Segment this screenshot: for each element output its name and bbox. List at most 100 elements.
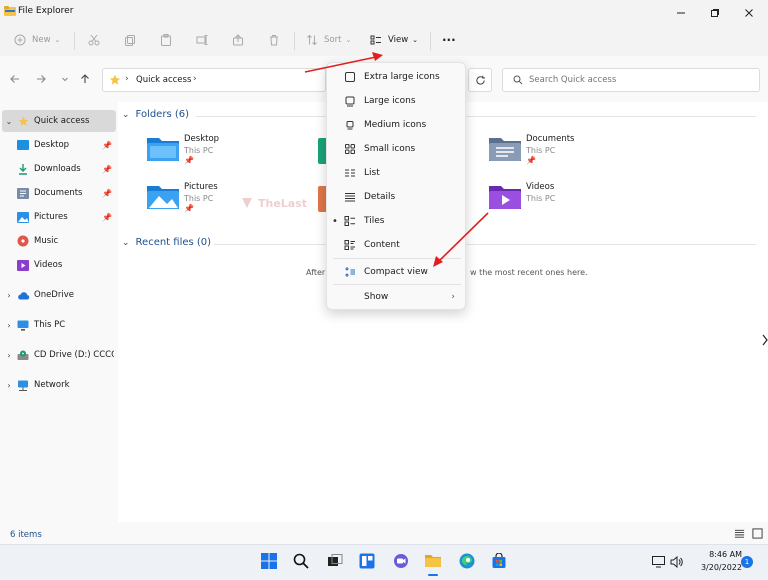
task-view-button[interactable]	[324, 550, 346, 572]
forward-button[interactable]	[34, 72, 48, 86]
more-options-button[interactable]: ···	[442, 33, 456, 47]
rename-button[interactable]	[196, 34, 208, 46]
menu-item-medium-icons[interactable]: Medium icons	[327, 113, 467, 137]
sidebar-item-onedrive[interactable]: › OneDrive	[2, 284, 116, 306]
menu-item-compact-view[interactable]: Compact view	[327, 260, 467, 284]
sort-button[interactable]: Sort ⌄	[306, 34, 351, 46]
music-folder-icon	[318, 186, 326, 212]
menu-item-list[interactable]: List	[327, 161, 467, 185]
sidebar-item-label: This PC	[34, 320, 66, 330]
menu-item-content[interactable]: Content	[327, 233, 467, 257]
share-icon	[233, 34, 243, 46]
chevron-right-icon[interactable]: ›	[2, 381, 16, 390]
chevron-down-icon[interactable]: ⌄	[2, 117, 16, 126]
taskbar-clock[interactable]: 8:46 AM 3/20/2022	[692, 548, 742, 574]
menu-item-label: Details	[364, 192, 396, 202]
search-input[interactable]	[529, 75, 749, 85]
close-button[interactable]	[732, 0, 766, 26]
menu-item-label: Tiles	[364, 216, 385, 226]
plus-circle-icon	[14, 34, 26, 46]
store-button[interactable]	[488, 550, 510, 572]
folder-location: This PC	[526, 146, 556, 155]
cut-button[interactable]	[88, 34, 100, 46]
menu-item-show[interactable]: Show ›	[327, 285, 467, 309]
videos-folder-icon	[489, 186, 521, 209]
minimize-button[interactable]	[664, 0, 698, 26]
arrow-right-icon	[37, 75, 46, 83]
up-button[interactable]	[78, 72, 92, 86]
folder-tile-pictures[interactable]: Pictures This PC 📌	[146, 182, 218, 213]
share-button[interactable]	[232, 34, 244, 46]
view-label: View	[388, 35, 409, 45]
sidebar-item-music[interactable]: Music	[2, 230, 116, 252]
watermark: TheLast	[240, 196, 307, 210]
folder-tile-desktop[interactable]: Desktop This PC 📌	[146, 134, 219, 165]
folder-icon	[425, 555, 441, 567]
restore-button[interactable]	[698, 0, 732, 26]
recent-locations-button[interactable]	[58, 72, 72, 86]
edge-button[interactable]	[456, 550, 478, 572]
sidebar-item-pictures[interactable]: Pictures 📌	[2, 206, 116, 228]
sidebar-item-this-pc[interactable]: › This PC	[2, 314, 116, 336]
menu-item-label: Large icons	[364, 96, 416, 106]
file-explorer-taskbar-button[interactable]	[422, 550, 444, 572]
chevron-right-icon[interactable]: ›	[2, 321, 16, 330]
folders-section-header[interactable]: ⌄ Folders (6)	[122, 109, 189, 120]
menu-item-large-icons[interactable]: Large icons	[327, 89, 467, 113]
divider	[294, 32, 295, 50]
folder-location: This PC	[184, 146, 214, 155]
clock-time: 8:46 AM	[709, 550, 742, 559]
new-button[interactable]: New ⌄	[14, 34, 60, 46]
volume-button[interactable]	[670, 555, 683, 571]
chat-button[interactable]	[390, 550, 412, 572]
menu-item-label: Extra large icons	[364, 72, 440, 82]
start-button[interactable]	[258, 550, 280, 572]
tiles-layout-button[interactable]	[752, 528, 763, 542]
details-layout-button[interactable]	[734, 528, 745, 542]
folder-tile-documents[interactable]: Documents This PC 📌	[488, 134, 574, 165]
menu-item-tiles[interactable]: • Tiles	[327, 209, 467, 233]
videos-icon	[16, 259, 30, 271]
pin-icon: 📌	[102, 140, 112, 150]
widgets-button[interactable]	[356, 550, 378, 572]
menu-item-details[interactable]: Details	[327, 185, 467, 209]
watermark-text: TheLast	[258, 196, 308, 210]
sidebar-item-label: Videos	[34, 260, 63, 270]
menu-item-extra-large-icons[interactable]: Extra large icons	[327, 65, 467, 89]
sidebar-item-desktop[interactable]: Desktop 📌	[2, 134, 116, 156]
refresh-button[interactable]	[468, 68, 492, 92]
paste-button[interactable]	[160, 34, 172, 46]
delete-button[interactable]	[268, 34, 280, 46]
network-tray-button[interactable]	[652, 556, 665, 571]
pictures-icon	[16, 211, 30, 223]
recent-files-heading: Recent files (0)	[135, 237, 212, 248]
copy-icon	[125, 35, 135, 46]
pictures-folder-icon	[147, 186, 179, 209]
sidebar-item-videos[interactable]: Videos	[2, 254, 116, 276]
details-layout-icon	[734, 529, 745, 538]
notification-badge[interactable]: 1	[741, 556, 753, 568]
sidebar-item-network[interactable]: › Network	[2, 374, 116, 396]
copy-button[interactable]	[124, 34, 136, 46]
store-bag-icon	[492, 553, 506, 568]
large-icons-icon	[343, 95, 357, 107]
chevron-down-icon	[62, 77, 68, 82]
address-bar[interactable]: › Quick access ›	[102, 68, 326, 92]
search-box[interactable]	[502, 68, 760, 92]
back-button[interactable]	[8, 72, 22, 86]
menu-item-small-icons[interactable]: Small icons	[327, 137, 467, 161]
folder-tile-videos[interactable]: Videos This PC	[488, 182, 555, 212]
sidebar-item-cd-drive[interactable]: › CD Drive (D:) CCCO	[2, 344, 116, 366]
view-button[interactable]: View ⌄	[370, 34, 418, 46]
chevron-right-icon[interactable]: ›	[2, 291, 16, 300]
search-taskbar-button[interactable]	[290, 550, 312, 572]
extra-large-icons-icon	[343, 71, 357, 83]
recent-files-section-header[interactable]: ⌄ Recent files (0)	[122, 237, 211, 248]
title-bar	[0, 0, 768, 26]
restore-icon	[711, 9, 719, 17]
sidebar-item-quick-access[interactable]: ⌄ Quick access	[2, 110, 116, 132]
sidebar-item-downloads[interactable]: Downloads 📌	[2, 158, 116, 180]
breadcrumb-quick-access[interactable]: Quick access	[136, 75, 191, 85]
sidebar-item-documents[interactable]: Documents 📌	[2, 182, 116, 204]
chevron-right-icon[interactable]: ›	[2, 351, 16, 360]
